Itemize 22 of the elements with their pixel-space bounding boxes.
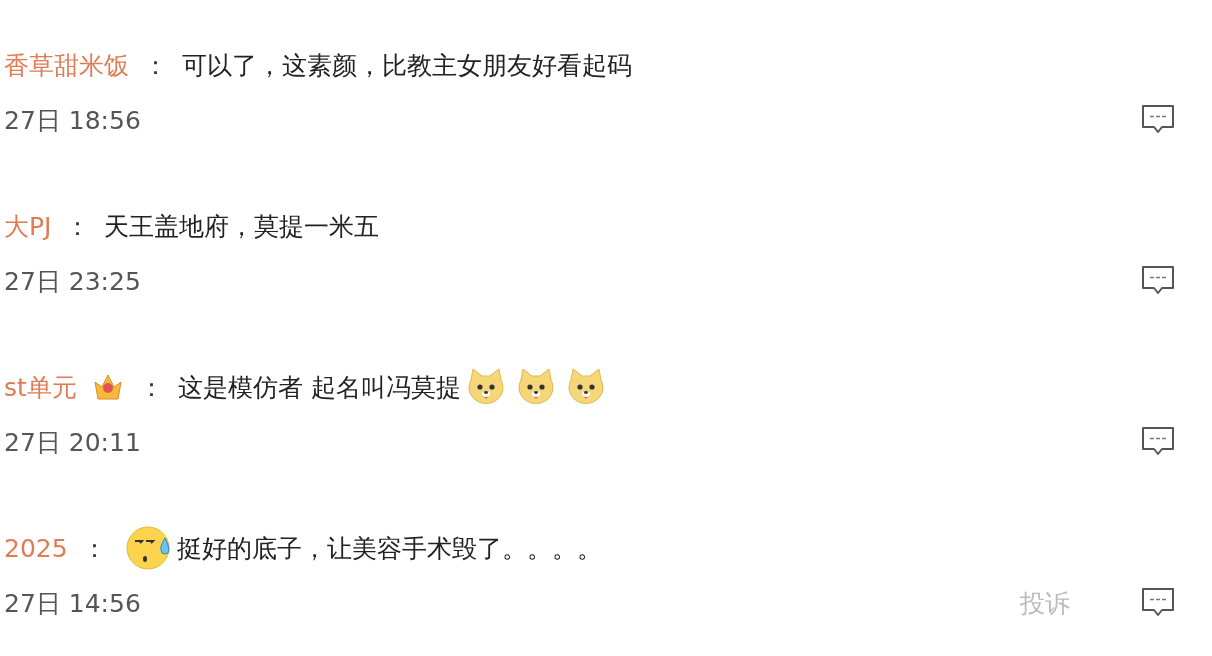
- comment-icon[interactable]: [1140, 587, 1176, 619]
- timestamp: 27日 20:11: [4, 426, 142, 459]
- timestamp: 27日 18:56: [4, 104, 142, 137]
- username-link[interactable]: 香草甜米饭: [4, 48, 129, 82]
- colon: ：: [81, 532, 107, 565]
- comment-icon[interactable]: [1140, 426, 1176, 458]
- sweat-emoji-icon: [124, 524, 173, 572]
- username-link[interactable]: st单元: [4, 370, 77, 404]
- username-link[interactable]: 2025: [4, 533, 68, 563]
- colon: ：: [65, 210, 91, 243]
- timestamp: 27日 23:25: [4, 265, 142, 298]
- timestamp: 27日 14:56: [4, 587, 142, 620]
- comment-icon[interactable]: [1140, 265, 1176, 297]
- colon: ：: [143, 49, 168, 82]
- comment-text: 挺好的底子，让美容手术毁了。。。。: [176, 532, 602, 565]
- comment-icon[interactable]: [1140, 104, 1176, 136]
- comment-text: 天王盖地府，莫提一米五: [104, 210, 380, 243]
- colon: ：: [138, 371, 164, 404]
- report-link[interactable]: 投诉: [1020, 586, 1070, 620]
- comment-text: 可以了，这素颜，比教主女朋友好看起码: [182, 49, 632, 82]
- username-link[interactable]: 大PJ: [4, 209, 52, 243]
- comment-text: 这是模仿者 起名叫冯莫提: [177, 371, 461, 404]
